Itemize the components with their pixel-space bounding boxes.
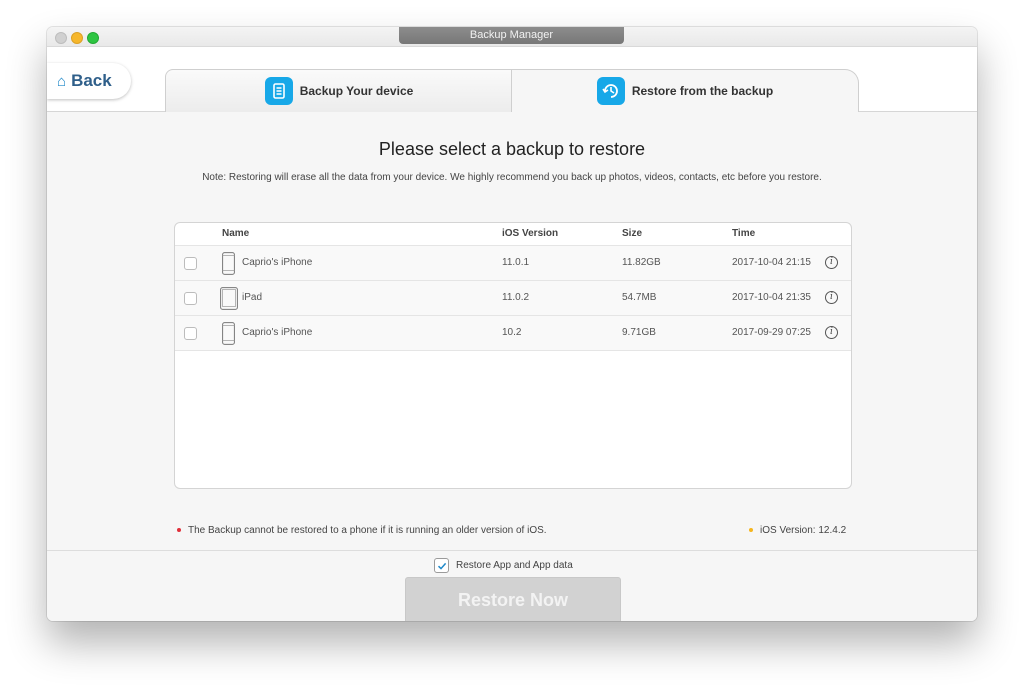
restore-app-data-checkbox[interactable] (434, 558, 449, 573)
maximize-window-button[interactable] (87, 32, 99, 44)
tab-backup-device[interactable]: Backup Your device (165, 69, 513, 112)
page-title: Please select a backup to restore (378, 139, 646, 159)
restore-note: Note: Restoring will erase all the data … (202, 172, 822, 183)
row-checkbox[interactable] (184, 327, 197, 340)
row-time: 2017-09-29 07:25 (732, 327, 811, 338)
row-name: Caprio's iPhone (242, 327, 313, 338)
title-bar: Backup Manager (47, 27, 977, 47)
minimize-window-button[interactable] (71, 32, 83, 44)
row-ios: 11.0.1 (502, 257, 530, 268)
row-time: 2017-10-04 21:35 (732, 292, 811, 303)
restore-now-button[interactable]: Restore Now (405, 577, 621, 621)
table-row[interactable]: Caprio's iPhone 10.2 9.71GB 2017-09-29 0… (175, 315, 851, 351)
warning-dot-icon (177, 528, 181, 533)
tab-backup-label: Backup Your device (299, 84, 414, 98)
window-title: Backup Manager (399, 27, 624, 44)
checkmark-icon (437, 562, 446, 570)
restore-clock-icon (596, 77, 625, 105)
back-button[interactable]: ⌂ Back (47, 63, 131, 99)
row-size: 54.7MB (622, 292, 657, 303)
row-ios: 10.2 (502, 327, 522, 338)
ios-version-dot-icon (749, 528, 753, 533)
table-row[interactable]: Caprio's iPhone 11.0.1 11.82GB 2017-10-0… (175, 245, 851, 281)
table-row[interactable]: iPad 11.0.2 54.7MB 2017-10-04 21:35 i (175, 280, 851, 316)
row-size: 11.82GB (622, 257, 661, 268)
app-window: Backup Manager ⌂ Back Backup Your device… (47, 27, 977, 621)
ipad-icon (220, 287, 238, 310)
row-time: 2017-10-04 21:15 (732, 257, 811, 268)
column-ios-version: iOS Version (502, 228, 559, 239)
close-window-button[interactable] (55, 32, 67, 44)
current-ios-version: iOS Version: 12.4.2 (749, 525, 846, 536)
info-icon[interactable]: i (825, 256, 838, 269)
row-checkbox[interactable] (184, 257, 197, 270)
column-name: Name (222, 228, 250, 239)
footer-divider (47, 550, 977, 551)
row-name: iPad (242, 292, 263, 303)
tab-restore-label: Restore from the backup (631, 84, 774, 98)
info-icon[interactable]: i (825, 326, 838, 339)
column-size: Size (622, 228, 643, 239)
row-ios: 11.0.2 (502, 292, 530, 303)
row-checkbox[interactable] (184, 292, 197, 305)
warning-text: The Backup cannot be restored to a phone… (188, 525, 547, 536)
column-time: Time (732, 228, 756, 239)
restore-app-data-option[interactable]: Restore App and App data (434, 558, 573, 573)
ios-version-text: iOS Version: 12.4.2 (760, 525, 847, 536)
tab-restore-backup[interactable]: Restore from the backup (511, 69, 859, 112)
row-size: 9.71GB (622, 327, 656, 338)
backup-table: Name iOS Version Size Time Caprio's iPho… (174, 222, 852, 489)
iphone-icon (222, 322, 235, 345)
iphone-icon (222, 252, 235, 275)
document-icon (264, 77, 293, 105)
info-icon[interactable]: i (825, 291, 838, 304)
row-divider (175, 350, 851, 351)
restore-app-data-label: Restore App and App data (456, 560, 573, 571)
back-label: Back (71, 71, 112, 90)
restore-panel: Please select a backup to restore Note: … (47, 112, 977, 621)
home-up-icon: ⌂ (57, 72, 67, 90)
row-name: Caprio's iPhone (242, 257, 313, 268)
table-header: Name iOS Version Size Time (175, 223, 851, 245)
compatibility-warning: The Backup cannot be restored to a phone… (177, 525, 547, 536)
